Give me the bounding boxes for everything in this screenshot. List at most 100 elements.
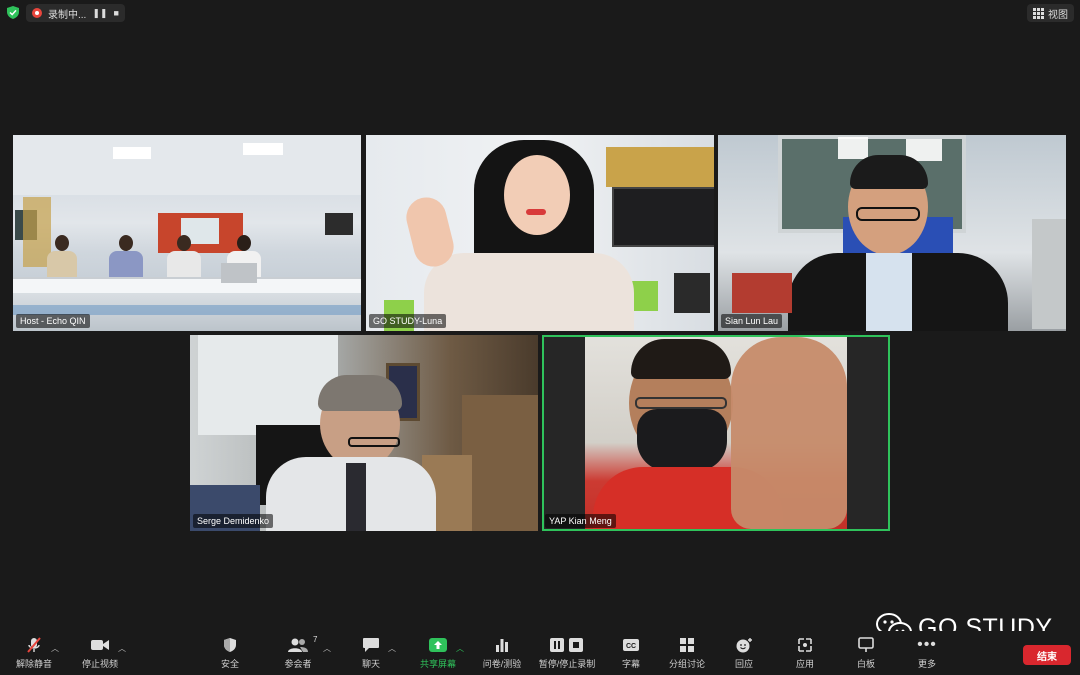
apps-icon xyxy=(798,638,812,652)
ceiling-light xyxy=(838,137,868,159)
toolbar-label: 共享屏幕 xyxy=(419,659,456,669)
shield-icon xyxy=(224,638,236,652)
people-icon xyxy=(288,638,308,652)
participants-button[interactable]: 7 ︿ 参会者 xyxy=(266,635,331,673)
top-bar: 录制中... ❚❚ ■ 视图 xyxy=(0,0,1080,26)
person-head xyxy=(55,235,69,251)
video-tile-sian-lun-lau[interactable]: Sian Lun Lau xyxy=(718,135,1066,331)
toolbar-label: 聊天 xyxy=(361,659,380,669)
participant-name: Serge Demidenko xyxy=(193,514,274,528)
face-mask xyxy=(637,409,727,471)
security-button[interactable]: 安全 xyxy=(198,635,262,673)
wall-tv xyxy=(325,213,353,235)
toolbar-label: 停止视频 xyxy=(81,659,118,669)
person-head xyxy=(237,235,251,251)
person-body xyxy=(424,253,634,331)
toolbar-label: 应用 xyxy=(795,659,814,669)
bar-chart-icon xyxy=(496,639,508,652)
person-face xyxy=(504,155,570,235)
participant-name: Host - Echo QIN xyxy=(16,314,90,328)
person-hair xyxy=(850,155,928,189)
grid-squares-icon xyxy=(680,638,694,652)
thumbs-up-hand xyxy=(731,337,847,529)
person-body xyxy=(47,251,77,279)
pause-stop-recording-button[interactable]: 暂停/停止录制 xyxy=(535,635,599,673)
participant-count: 7 xyxy=(313,635,318,644)
captions-button[interactable]: CC 字幕 xyxy=(599,635,663,673)
grid-icon xyxy=(1033,7,1044,19)
video-tile-luna[interactable]: GO STUDY-Luna xyxy=(366,135,714,331)
view-button[interactable]: 视图 xyxy=(1027,4,1074,22)
recording-indicator: 录制中... ❚❚ ■ xyxy=(26,4,125,22)
tie xyxy=(346,463,366,531)
unmute-button[interactable]: ︿ 解除静音 xyxy=(2,635,66,673)
shirt xyxy=(866,253,912,331)
meeting-toolbar: ︿ 解除静音 ︿ 停止视频 安全 7 ︿ 参会者 ︿ 聊天 ︿ 共享屏幕 问卷/… xyxy=(0,631,1080,675)
person-mouth xyxy=(526,209,546,215)
toolbar-label: 安全 xyxy=(220,659,239,669)
apps-button[interactable]: 应用 xyxy=(773,635,837,673)
svg-text:CC: CC xyxy=(626,643,636,650)
more-button[interactable]: ••• 更多 xyxy=(895,635,959,673)
smiley-add-icon xyxy=(736,638,752,653)
person-head xyxy=(177,235,191,251)
person-body xyxy=(167,251,201,279)
stop-video-button[interactable]: ︿ 停止视频 xyxy=(68,635,132,673)
window xyxy=(198,335,338,435)
wall-tv xyxy=(612,187,714,247)
video-tile-yap-kian-meng[interactable]: YAP Kian Meng xyxy=(542,335,890,531)
person-head xyxy=(119,235,133,251)
chat-bubble-icon xyxy=(363,638,379,652)
participant-name: YAP Kian Meng xyxy=(545,514,616,528)
person-body xyxy=(109,251,143,279)
record-icon xyxy=(32,8,42,18)
glasses xyxy=(348,437,400,447)
chevron-up-icon[interactable]: ︿ xyxy=(388,643,396,654)
share-screen-icon xyxy=(429,638,447,652)
chevron-up-icon[interactable]: ︿ xyxy=(118,643,126,654)
cabinet xyxy=(1032,219,1066,329)
share-screen-button[interactable]: ︿ 共享屏幕 xyxy=(406,635,470,673)
ellipsis-icon: ••• xyxy=(917,636,937,653)
desk-items xyxy=(732,273,792,313)
ceiling-light xyxy=(113,147,151,159)
toolbar-label: 白板 xyxy=(856,659,875,669)
toolbar-label: 字幕 xyxy=(621,659,640,669)
stop-icon[interactable]: ■ xyxy=(113,8,118,18)
video-tile-serge-demidenko[interactable]: Serge Demidenko xyxy=(190,335,538,531)
chevron-up-icon[interactable]: ︿ xyxy=(323,643,331,654)
bookshelf xyxy=(462,395,538,531)
closed-captions-icon: CC xyxy=(623,639,639,651)
ceiling-light xyxy=(243,143,283,155)
chevron-up-icon[interactable]: ︿ xyxy=(51,643,59,654)
polls-button[interactable]: 问卷/测验 xyxy=(470,635,534,673)
toolbar-label: 参会者 xyxy=(284,659,312,669)
toolbar-label: 暂停/停止录制 xyxy=(538,659,596,669)
pause-icon[interactable]: ❚❚ xyxy=(92,8,107,19)
chevron-up-icon[interactable]: ︿ xyxy=(456,643,464,654)
ceiling xyxy=(13,135,361,195)
breakout-rooms-button[interactable]: 分组讨论 xyxy=(655,635,719,673)
view-label: 视图 xyxy=(1048,9,1068,21)
glasses xyxy=(635,397,727,409)
person-hair xyxy=(318,375,402,411)
whiteboard-icon xyxy=(858,637,874,652)
chat-button[interactable]: ︿ 聊天 xyxy=(339,635,403,673)
curtain xyxy=(606,147,714,187)
end-meeting-button[interactable]: 结束 xyxy=(1023,645,1071,665)
recording-label: 录制中... xyxy=(48,9,87,21)
toolbar-label: 更多 xyxy=(917,659,936,669)
person-hair xyxy=(631,339,731,379)
reactions-button[interactable]: 回应 xyxy=(712,635,776,673)
shield-check-icon[interactable] xyxy=(7,6,19,19)
video-tile-host[interactable]: Host - Echo QIN xyxy=(13,135,361,331)
participant-name: GO STUDY-Luna xyxy=(369,314,447,328)
laptop xyxy=(221,263,257,283)
participant-name: Sian Lun Lau xyxy=(721,314,783,328)
muted-microphone-icon xyxy=(27,637,41,653)
toolbar-label: 解除静音 xyxy=(15,659,52,669)
toolbar-label: 分组讨论 xyxy=(668,659,705,669)
whiteboard-button[interactable]: 白板 xyxy=(834,635,898,673)
toolbar-label: 回应 xyxy=(734,659,753,669)
chair xyxy=(674,273,710,313)
